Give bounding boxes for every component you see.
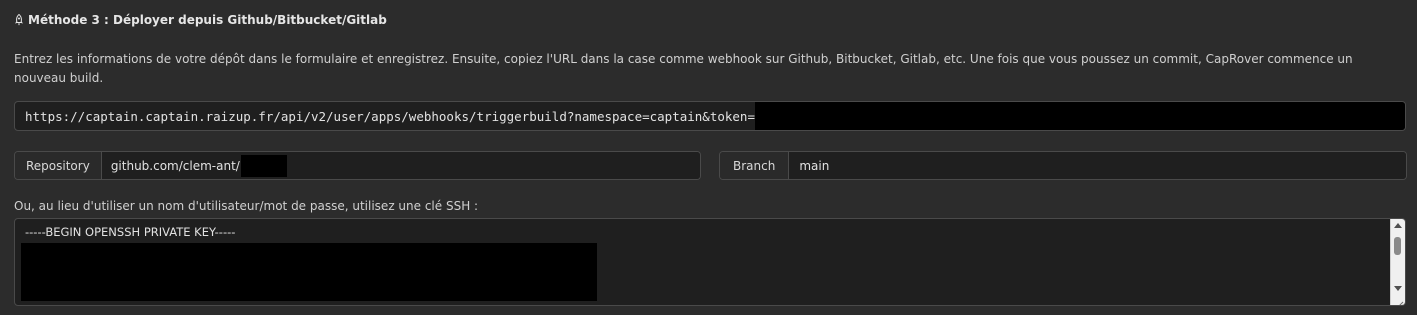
- repository-label: Repository: [15, 152, 102, 179]
- scroll-up-arrow-icon[interactable]: [1394, 223, 1402, 228]
- branch-input-group: Branch main: [719, 151, 1407, 180]
- textarea-scrollbar[interactable]: [1390, 219, 1405, 305]
- branch-label: Branch: [720, 152, 790, 179]
- deploy-method-3-panel: Méthode 3 : Déployer depuis Github/Bitbu…: [0, 0, 1417, 315]
- redacted-repo-name: [240, 154, 287, 177]
- repository-input-group: Repository github.com/clem-ant/: [14, 151, 701, 180]
- section-description: Entrez les informations de votre dépôt d…: [14, 52, 1353, 85]
- repository-input[interactable]: github.com/clem-ant/: [101, 152, 700, 179]
- ssh-key-first-line: -----BEGIN OPENSSH PRIVATE KEY-----: [25, 225, 236, 239]
- webhook-url-field[interactable]: https://captain.captain.raizup.fr/api/v2…: [14, 101, 1406, 131]
- ssh-key-label: Ou, au lieu d'utiliser un nom d'utilisat…: [14, 199, 479, 213]
- scroll-down-arrow-icon[interactable]: [1394, 286, 1402, 291]
- redacted-ssh-key: [21, 243, 597, 301]
- section-header: Méthode 3 : Déployer depuis Github/Bitbu…: [14, 13, 387, 27]
- ssh-key-textarea[interactable]: -----BEGIN OPENSSH PRIVATE KEY-----: [14, 218, 1406, 306]
- branch-value: main: [799, 158, 830, 173]
- resize-grip-icon[interactable]: [1394, 294, 1404, 305]
- section-title: Méthode 3 : Déployer depuis Github/Bitbu…: [28, 13, 387, 27]
- repository-value: github.com/clem-ant/: [110, 158, 240, 173]
- branch-input[interactable]: main: [789, 152, 1406, 179]
- rocket-icon: [14, 14, 24, 26]
- webhook-url-text[interactable]: https://captain.captain.raizup.fr/api/v2…: [15, 109, 755, 124]
- scroll-thumb[interactable]: [1394, 237, 1401, 255]
- redacted-token: [755, 102, 1405, 130]
